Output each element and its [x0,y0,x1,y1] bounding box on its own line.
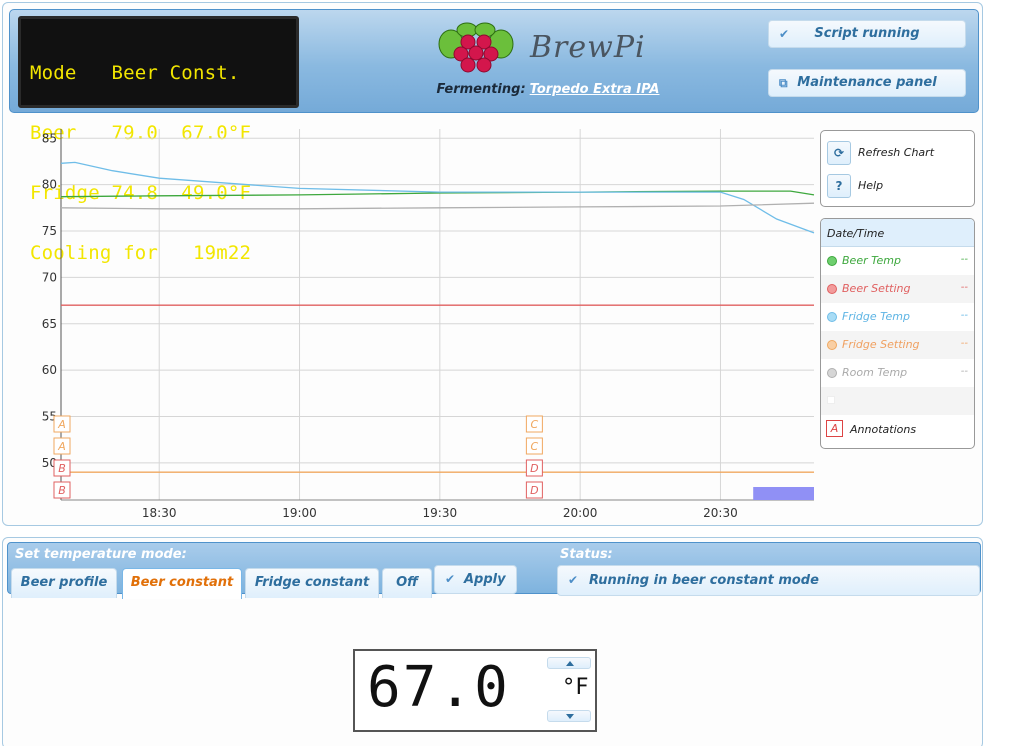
status-title: Status: [560,547,613,562]
check-icon: ✔ [568,573,579,587]
legend-label: Beer Temp [842,254,901,267]
annotation-icon: A [826,420,843,437]
legend-date-time: Date/Time [821,219,974,247]
x-tick-label: 19:00 [282,506,317,520]
top-panel: Mode Beer Const. Beer 79.0 67.0°F Fridge… [2,2,983,526]
y-tick-label: 85 [42,131,57,145]
tab-off[interactable]: Off [382,568,432,598]
chart-legend: Date/Time Beer Temp -- Beer Setting -- F… [820,218,975,449]
legend-value: -- [960,310,968,321]
legend-label: Fridge Setting [842,338,920,351]
legend-blank-swatch [827,396,835,404]
tab-beer-constant[interactable]: Beer constant [122,568,242,599]
temperature-chart[interactable]: 50 55 60 65 70 75 80 85 18:30 19:00 19:30 20:00 20:3… [13,123,821,523]
y-tick-label: 70 [42,270,57,284]
annotation-label: D [530,462,538,475]
decrease-button[interactable] [547,710,591,722]
setpoint-value[interactable]: 67.0 [367,655,510,720]
legend-dot-icon [827,256,837,266]
legend-value: -- [960,338,968,349]
tab-beer-profile[interactable]: Beer profile [11,568,117,598]
maintenance-panel-button[interactable]: ⧉ Maintenance panel [768,69,966,97]
legend-label: Fridge Temp [842,310,910,323]
legend-dot-icon [827,312,837,322]
help-label: Help [858,179,884,192]
legend-item-room-temp[interactable]: Room Temp -- [821,359,974,387]
annotation-label: C [531,418,539,431]
brewpi-page: Mode Beer Const. Beer 79.0 67.0°F Fridge… [0,0,1036,746]
triangle-up-icon [566,661,574,666]
setpoint-spinner[interactable]: 67.0 °F [353,649,597,732]
header-bar: Mode Beer Const. Beer 79.0 67.0°F Fridge… [9,9,979,263]
legend-value: -- [960,282,968,293]
brand-name: BrewPi [530,30,646,65]
status-text: Running in beer constant mode [589,573,819,588]
legend-item-beer-temp[interactable]: Beer Temp -- [821,247,974,275]
status-box: ✔ Running in beer constant mode [557,565,980,596]
legend-dot-icon [827,368,837,378]
legend-dot-icon [827,340,837,350]
annotation-label: C [531,440,539,453]
x-tick-label: 20:00 [563,506,598,520]
legend-value: -- [960,254,968,265]
script-status-button[interactable]: ✔ Script running [768,20,966,48]
check-icon: ✔ [445,572,456,586]
check-icon: ✔ [779,27,790,41]
annotation-label: A [57,440,66,453]
annotation-label: B [58,462,66,475]
legend-item-beer-setting[interactable]: Beer Setting -- [821,275,974,303]
y-tick-label: 75 [42,224,57,238]
apply-button[interactable]: ✔ Apply [434,565,517,594]
annotation-label: D [530,484,538,497]
y-tick-label: 60 [42,363,57,377]
lcd-display: Mode Beer Const. Beer 79.0 67.0°F Fridge… [18,16,299,263]
setpoint-unit: °F [562,675,589,700]
x-tick-label: 19:30 [423,506,458,520]
mode-tab-bar: Set temperature mode: Status: Beer profi… [7,542,981,599]
annotation-label: A [57,418,66,431]
maintenance-panel-label: Maintenance panel [797,75,937,90]
mode-panel-title: Set temperature mode: [15,547,187,562]
legend-label: Beer Setting [842,282,911,295]
series-line-fridge-temp [60,161,815,234]
refresh-icon[interactable]: ⟳ [827,141,851,165]
refresh-chart-label: Refresh Chart [858,146,935,159]
y-tick-label: 80 [42,178,57,192]
y-tick-label: 65 [42,317,57,331]
legend-value: -- [960,366,968,377]
annotation-label: B [58,484,66,497]
state-band [753,487,814,500]
legend-item-fridge-temp[interactable]: Fridge Temp -- [821,303,974,331]
script-status-label: Script running [814,26,920,41]
x-tick-label: 20:30 [703,506,738,520]
x-tick-label: 18:30 [142,506,177,520]
chart-controls: ⟳ Refresh Chart ? Help [820,130,975,207]
beer-name-link[interactable]: Torpedo Extra IPA [530,82,660,97]
annotations-label: Annotations [850,423,917,436]
apply-label: Apply [464,572,506,587]
window-icon: ⧉ [779,76,788,90]
increase-button[interactable] [547,657,591,669]
legend-dot-icon [827,284,837,294]
legend-item-blank [821,387,974,415]
series-line-room-temp [60,202,815,210]
lcd-line-1: Mode Beer Const. [30,62,240,84]
legend-label: Room Temp [842,366,908,379]
legend-item-annotations[interactable]: A Annotations [821,415,974,443]
help-icon[interactable]: ? [827,174,851,198]
fermenting-label: Fermenting: [436,82,526,97]
chart-canvas[interactable]: 505560657075808518:30 19:00 19:30 20:00 20:3… [13,123,821,523]
triangle-down-icon [566,714,574,719]
legend-item-fridge-setting[interactable]: Fridge Setting -- [821,331,974,359]
tab-fridge-constant[interactable]: Fridge constant [245,568,379,598]
fermenting-line: Fermenting: Torpedo Extra IPA [428,82,668,97]
